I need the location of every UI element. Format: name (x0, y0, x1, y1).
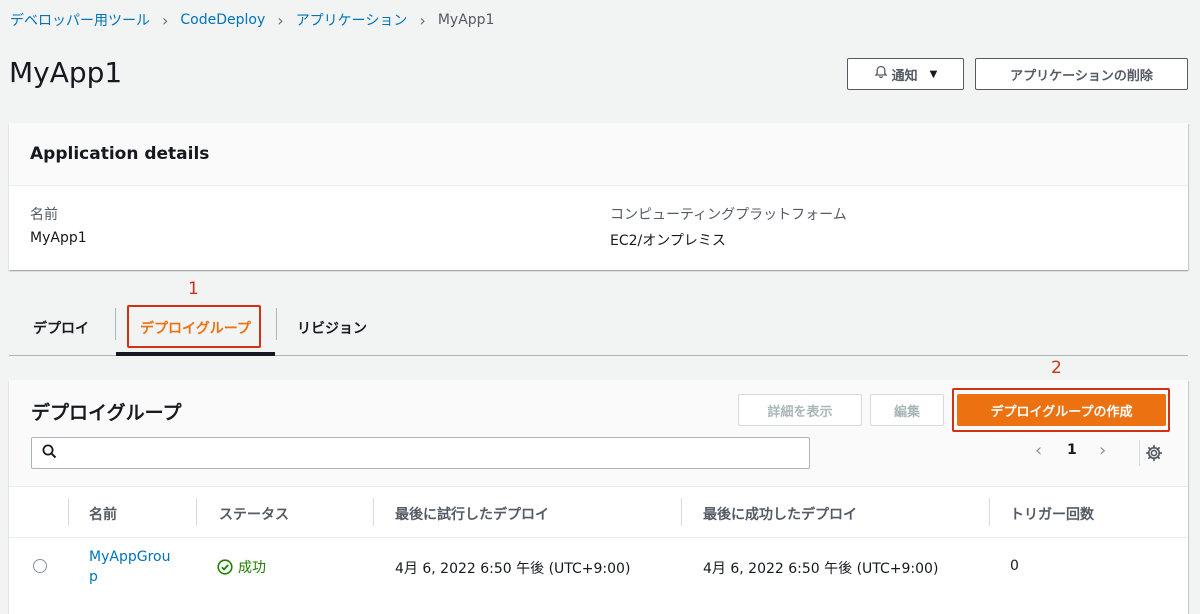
column-divider (373, 498, 374, 526)
name-label: 名前 (30, 207, 58, 223)
notify-button[interactable]: 通知 ▼ (847, 58, 964, 90)
delete-application-button[interactable]: アプリケーションの削除 (975, 58, 1188, 90)
previous-page-icon[interactable]: ‹ (1035, 440, 1042, 461)
column-header-status[interactable]: ステータス (219, 504, 289, 524)
application-details-title: Application details (9, 123, 1188, 186)
search-icon (42, 444, 57, 463)
pager-divider (1139, 440, 1140, 466)
tab-deployment-groups[interactable]: デプロイグループ (116, 300, 275, 355)
tab-deployments[interactable]: デプロイ (9, 300, 113, 355)
tab-bar: デプロイ デプロイグループ リビジョン (9, 300, 1188, 356)
breadcrumb-current: MyApp1 (437, 12, 495, 28)
deployment-group-name-line1: MyAppGrou (89, 549, 171, 565)
name-value: MyApp1 (30, 230, 87, 246)
breadcrumb: デベロッパー用ツール › CodeDeploy › アプリケーション › MyA… (10, 10, 494, 30)
caret-down-icon: ▼ (929, 68, 938, 80)
platform-value: EC2/オンプレミス (610, 233, 726, 249)
breadcrumb-developer-tools[interactable]: デベロッパー用ツール (10, 10, 150, 30)
status-text: 成功 (238, 560, 266, 576)
annotation-number-2: 2 (1051, 358, 1062, 378)
settings-gear-icon[interactable] (1145, 444, 1163, 466)
deployment-groups-card: デプロイグループ 詳細を表示 編集 デプロイグループの作成 ‹ 1 › 名前 ス… (9, 380, 1188, 614)
annotation-number-1: 1 (188, 279, 199, 299)
column-divider (68, 498, 69, 526)
page-title: MyApp1 (9, 56, 123, 89)
breadcrumb-applications[interactable]: アプリケーション (296, 10, 408, 30)
search-input[interactable] (65, 439, 809, 467)
chevron-right-icon: › (277, 10, 284, 30)
deployment-groups-title: デプロイグループ (31, 402, 182, 424)
search-box (31, 437, 810, 469)
platform-label: コンピューティングプラットフォーム (610, 207, 847, 223)
application-details-card: Application details 名前 MyApp1 コンピューティングプ… (9, 123, 1188, 270)
chevron-right-icon: › (162, 10, 169, 30)
annotation-box-2 (952, 388, 1170, 432)
chevron-right-icon: › (419, 10, 426, 30)
column-divider (681, 498, 682, 526)
view-details-button[interactable]: 詳細を表示 (738, 394, 862, 426)
column-header-trigger-count[interactable]: トリガー回数 (1010, 504, 1094, 524)
success-check-icon (217, 559, 233, 575)
edit-button[interactable]: 編集 (870, 394, 944, 426)
next-page-icon[interactable]: › (1099, 440, 1106, 461)
column-header-last-attempted[interactable]: 最後に試行したデプロイ (395, 504, 549, 524)
trigger-count-cell: 0 (1010, 558, 1019, 574)
status-badge: 成功 (217, 557, 266, 577)
deployment-group-link[interactable]: MyAppGrou p (89, 547, 170, 587)
last-attempted-cell: 4月 6, 2022 6:50 午後 (UTC+9:00) (395, 561, 631, 577)
last-succeeded-cell: 4月 6, 2022 6:50 午後 (UTC+9:00) (703, 561, 939, 577)
column-header-name[interactable]: 名前 (89, 504, 117, 524)
bell-icon (874, 65, 888, 83)
column-header-last-succeeded[interactable]: 最後に成功したデプロイ (703, 504, 857, 524)
breadcrumb-codedeploy[interactable]: CodeDeploy (180, 12, 265, 28)
notify-label: 通知 (891, 68, 918, 84)
tab-revisions[interactable]: リビジョン (277, 300, 387, 355)
row-select-radio[interactable] (33, 559, 47, 573)
column-divider (989, 498, 990, 526)
active-tab-indicator (116, 352, 275, 356)
page-number[interactable]: 1 (1067, 442, 1077, 458)
column-divider (196, 498, 197, 526)
deployment-group-name-line2: p (89, 569, 98, 585)
header-row-divider (9, 537, 1188, 538)
